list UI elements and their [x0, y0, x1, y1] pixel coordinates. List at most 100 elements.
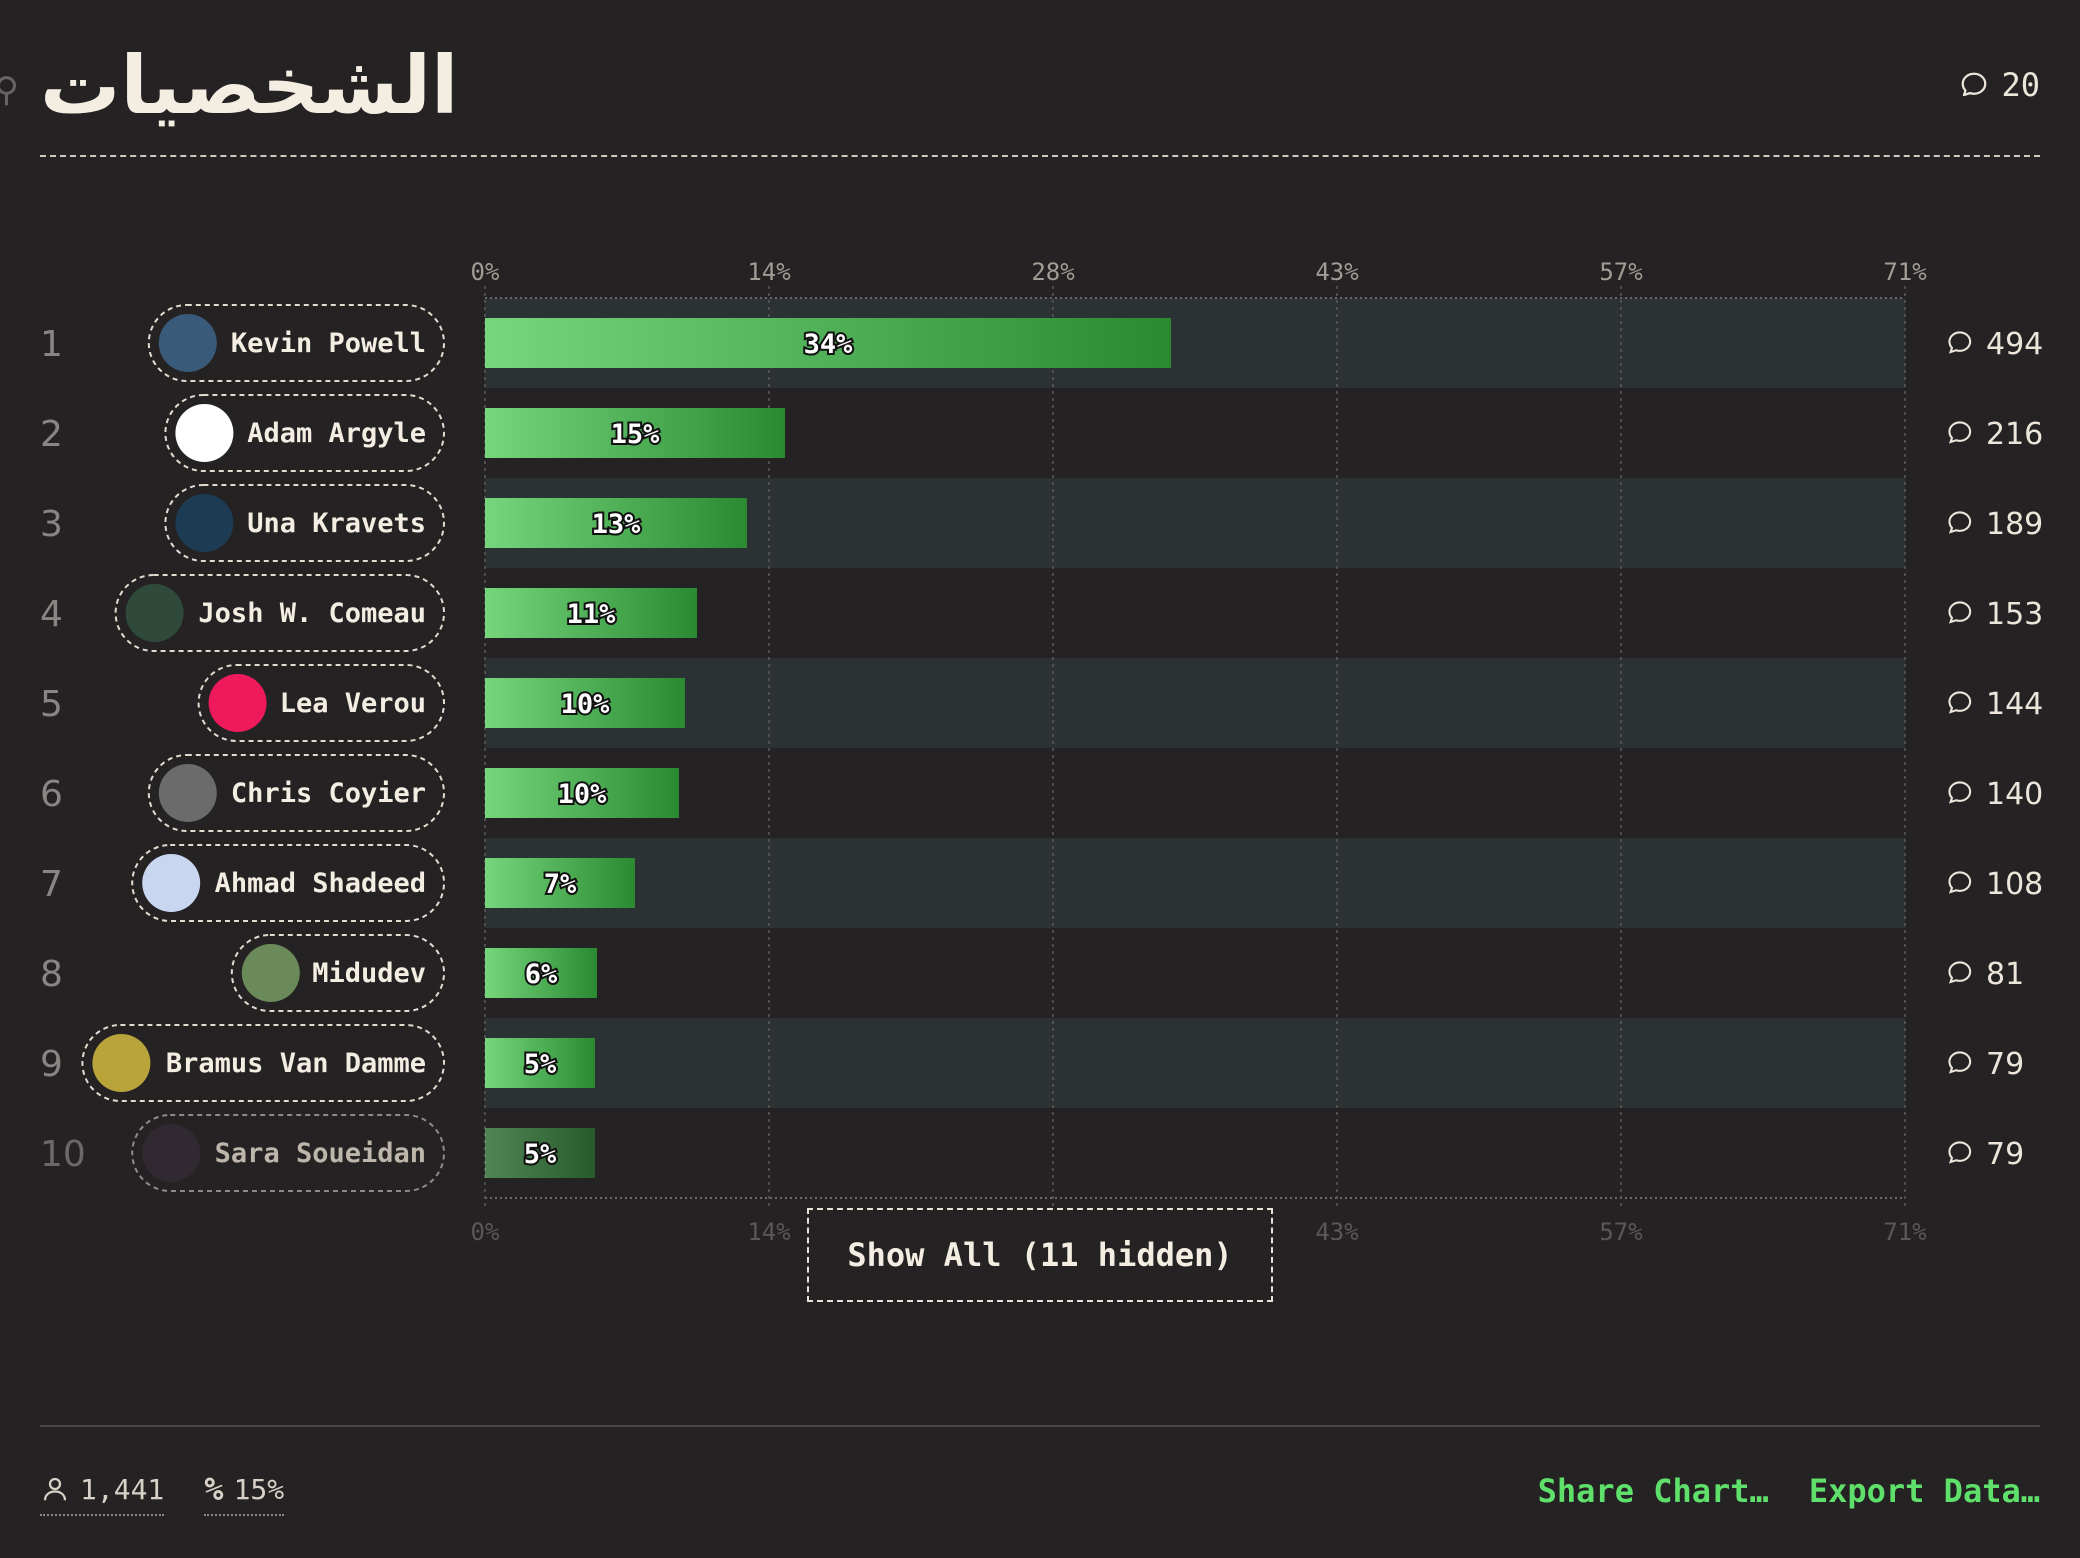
person-label[interactable]: Sara Soueidan	[131, 1114, 445, 1192]
rank-number: 6	[40, 774, 63, 815]
percent-value: 15%	[233, 1472, 285, 1506]
person-label[interactable]: Midudev	[230, 934, 445, 1012]
rank-number: 5	[40, 684, 63, 725]
avatar	[142, 1124, 201, 1182]
comment-count: 189	[1986, 507, 2043, 542]
person-name: Sara Soueidan	[215, 1138, 426, 1169]
x-tick-label-top: 57%	[1599, 258, 1643, 286]
comment-icon-path	[1948, 331, 1972, 354]
person-label[interactable]: Kevin Powell	[147, 304, 446, 382]
person-name: Ahmad Shadeed	[215, 868, 426, 899]
x-tick-label-top: 0%	[471, 258, 500, 286]
bar-value-label: 5%	[524, 1139, 557, 1170]
export-data-link[interactable]: Export Data…	[1809, 1472, 2040, 1510]
rank-number: 2	[40, 414, 63, 455]
bar-value-label: 7%	[544, 869, 577, 900]
x-tick-label-top: 14%	[747, 258, 791, 286]
person-name: Josh W. Comeau	[198, 598, 426, 629]
comment-icon-path	[1948, 1051, 1972, 1074]
x-tick-label-top: 43%	[1315, 258, 1359, 286]
person-name: Chris Coyier	[231, 778, 426, 809]
share-chart-link[interactable]: Share Chart…	[1538, 1472, 1769, 1510]
bar-value-label: 15%	[611, 419, 661, 450]
avatar	[241, 944, 300, 1002]
row-band	[485, 1018, 1905, 1108]
bar-value-label: 13%	[592, 509, 642, 540]
x-tick-label-top: 28%	[1031, 258, 1075, 286]
rank-number: 10	[40, 1134, 86, 1175]
person-label[interactable]: Ahmad Shadeed	[131, 844, 445, 922]
comment-count: 108	[1986, 867, 2043, 902]
footer-divider	[40, 1425, 2040, 1427]
comment-icon-path	[1948, 601, 1972, 624]
rank-number: 4	[40, 594, 63, 635]
person-name: Midudev	[312, 958, 426, 989]
person-name: Lea Verou	[280, 688, 426, 719]
comment-icon-path	[1948, 691, 1972, 714]
avatar	[208, 674, 267, 732]
respondents-stat[interactable]: 1,441	[40, 1470, 165, 1516]
rank-number: 7	[40, 864, 63, 905]
comment-icon	[1948, 331, 1972, 354]
comment-count: 79	[1986, 1137, 2024, 1172]
comment-icon	[1948, 511, 1972, 534]
rank-number: 3	[40, 504, 63, 545]
comment-icon	[1948, 1141, 1972, 1164]
comment-icon	[1948, 781, 1972, 804]
comment-icon-path	[1948, 421, 1972, 444]
avatar	[175, 404, 234, 462]
comment-count: 140	[1986, 777, 2043, 812]
person-label[interactable]: Chris Coyier	[147, 754, 446, 832]
comment-count: 153	[1986, 597, 2043, 632]
bar-value-label: 6%	[525, 959, 558, 990]
comment-icon	[1948, 961, 1972, 984]
bar-value-label: 34%	[804, 329, 854, 360]
comment-icon	[1948, 871, 1972, 894]
comment-count: 81	[1986, 957, 2024, 992]
avatar	[175, 494, 234, 552]
bar-chart: 0%0%14%14%28%28%43%43%57%57%71%71%1Kevin…	[40, 258, 2043, 1246]
bar-value-label: 11%	[567, 599, 617, 630]
person-label[interactable]: Lea Verou	[197, 664, 445, 742]
x-tick-label-top: 71%	[1883, 258, 1927, 286]
comment-count: 144	[1986, 687, 2043, 722]
bar-value-label: 10%	[561, 689, 611, 720]
person-name: Adam Argyle	[247, 418, 426, 449]
percent-icon: %	[204, 1470, 224, 1508]
avatar	[158, 314, 217, 372]
comment-icon-path	[1948, 781, 1972, 804]
comment-icon-path	[1948, 511, 1972, 534]
person-name: Kevin Powell	[231, 328, 426, 359]
bar-value-label: 5%	[524, 1049, 557, 1080]
comment-count: 79	[1986, 1047, 2024, 1082]
x-tick-label-bottom: 14%	[747, 1218, 791, 1246]
comment-icon-path	[1948, 961, 1972, 984]
comment-icon-path	[1948, 1141, 1972, 1164]
avatar	[125, 584, 184, 642]
comment-icon	[1948, 1051, 1972, 1074]
person-label[interactable]: Bramus Van Damme	[81, 1024, 446, 1102]
avatar	[92, 1034, 151, 1092]
avatar	[142, 854, 201, 912]
respondents-count: 1,441	[80, 1472, 165, 1506]
comment-count: 216	[1986, 417, 2043, 452]
x-tick-label-bottom: 0%	[471, 1218, 500, 1246]
comment-count: 494	[1986, 327, 2043, 362]
comment-icon	[1948, 691, 1972, 714]
row-band	[485, 658, 1905, 748]
row-band	[485, 838, 1905, 928]
person-label[interactable]: Josh W. Comeau	[114, 574, 445, 652]
avatar	[158, 764, 217, 822]
rank-number: 1	[40, 324, 63, 365]
person-label[interactable]: Adam Argyle	[164, 394, 445, 472]
user-icon	[43, 1477, 67, 1501]
x-tick-label-bottom: 43%	[1315, 1218, 1359, 1246]
comment-icon-path	[1948, 871, 1972, 894]
rank-number: 9	[40, 1044, 63, 1085]
x-tick-label-bottom: 71%	[1883, 1218, 1927, 1246]
person-label[interactable]: Una Kravets	[164, 484, 445, 562]
comment-icon	[1948, 601, 1972, 624]
percent-stat[interactable]: % 15%	[204, 1470, 285, 1516]
rank-number: 8	[40, 954, 63, 995]
show-all-button[interactable]: Show All (11 hidden)	[807, 1208, 1273, 1302]
